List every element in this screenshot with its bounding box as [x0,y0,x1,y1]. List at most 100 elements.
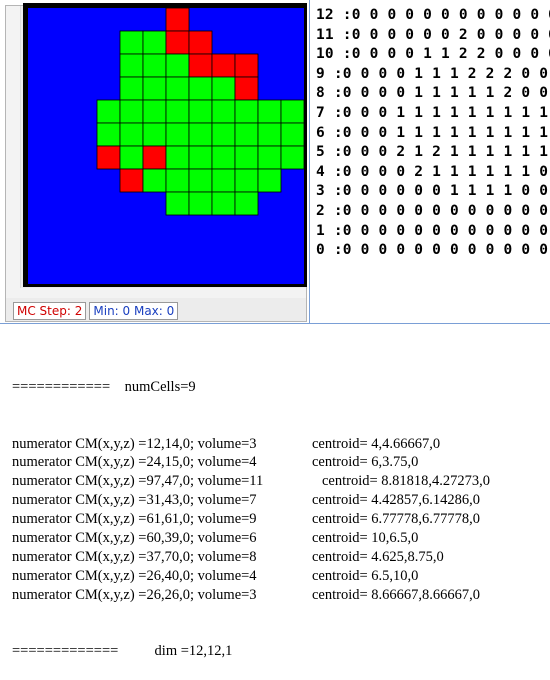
green-cell-pixel [211,168,236,193]
console-line: numerator CM(x,y,z) =60,39,0; volume=6 ce… [12,529,418,548]
min-max-label: Min: 0 Max: 0 [89,302,179,320]
green-cell-pixel [280,145,304,170]
green-cell-pixel [165,168,190,193]
red-cell-pixel [119,168,144,193]
grid-row: 0 :0 0 0 0 0 0 0 0 0 0 0 0 0 [316,242,550,259]
console-line: numerator CM(x,y,z) =12,14,0; volume=3 ce… [12,435,440,454]
red-cell-pixel [234,76,259,101]
centroid-text: centroid= 6.5,10,0 [312,567,419,584]
green-cell-pixel [119,30,144,55]
green-cell-pixel [257,168,282,193]
grid-row: 6 :0 0 0 1 1 1 1 1 1 1 1 1 0 [316,124,550,141]
panel-divider-horizontal [0,323,550,324]
green-cell-pixel [188,145,213,170]
cell-id-grid: 12 :0 0 0 0 0 0 0 0 0 0 0 0 0 11 :0 0 0 0… [316,6,550,261]
grid-row: 2 :0 0 0 0 0 0 0 0 0 0 0 0 0 [316,202,550,219]
centroid-text: centroid= 4,4.66667,0 [312,435,441,452]
green-cell-pixel [165,145,190,170]
numerator-text: numerator CM(x,y,z) =26,40,0; volume=4 [12,567,257,584]
green-cell-pixel [234,168,259,193]
numerator-text: numerator CM(x,y,z) =26,26,0; volume=3 [12,586,257,603]
console-output: ============ numCells=9 numerator CM(x,y… [12,340,490,680]
grid-row: 5 :0 0 0 2 1 2 1 1 1 1 1 1 0 [316,144,550,161]
console-line: numerator CM(x,y,z) =24,15,0; volume=4 ce… [12,453,418,472]
red-cell-pixel [188,53,213,78]
green-cell-pixel [188,99,213,124]
console-line: numerator CM(x,y,z) =61,61,0; volume=9 ce… [12,510,480,529]
green-cell-pixel [119,145,144,170]
console-lines: numerator CM(x,y,z) =12,14,0; volume=3 ce… [12,435,490,605]
green-cell-pixel [211,76,236,101]
lattice-canvas [28,8,304,284]
grid-row: 10 :0 0 0 0 1 1 2 2 0 0 0 0 0 [316,46,550,63]
horizontal-scrollbar[interactable] [6,288,306,298]
centroid-text: centroid= 4.42857,6.14286,0 [312,492,481,509]
green-cell-pixel [119,76,144,101]
green-cell-pixel [188,76,213,101]
status-bar: MC Step: 2 Min: 0 Max: 0 [13,302,179,320]
green-cell-pixel [142,122,167,147]
green-cell-pixel [257,145,282,170]
numerator-text: numerator CM(x,y,z) =60,39,0; volume=6 [12,529,257,546]
green-cell-pixel [280,122,304,147]
green-cell-pixel [142,168,167,193]
console-line: numerator CM(x,y,z) =97,47,0; volume=11 c… [12,472,490,491]
green-cell-pixel [119,53,144,78]
centroid-text: centroid= 6,3.75,0 [312,454,419,471]
green-cell-pixel [165,76,190,101]
green-cell-pixel [119,99,144,124]
console-header: ============ numCells=9 [12,378,196,395]
green-cell-pixel [142,76,167,101]
console-line: numerator CM(x,y,z) =26,26,0; volume=3 ce… [12,586,480,605]
red-cell-pixel [165,8,190,32]
green-cell-pixel [280,99,304,124]
green-cell-pixel [165,99,190,124]
console-line: numerator CM(x,y,z) =31,43,0; volume=7 ce… [12,491,480,510]
green-cell-pixel [119,122,144,147]
green-cell-pixel [211,99,236,124]
green-cell-pixel [142,30,167,55]
console-footer: ============= dim =12,12,1 [12,643,233,660]
console-line: numerator CM(x,y,z) =26,40,0; volume=4 ce… [12,567,418,586]
vertical-scrollbar[interactable] [6,6,21,294]
green-cell-pixel [257,122,282,147]
mc-step-label: MC Step: 2 [13,302,87,320]
grid-row: 9 :0 0 0 0 1 1 1 2 2 2 0 0 0 [316,65,550,82]
green-cell-pixel [234,191,259,216]
numerator-text: numerator CM(x,y,z) =24,15,0; volume=4 [12,454,257,471]
green-cell-pixel [142,99,167,124]
grid-row: 11 :0 0 0 0 0 0 2 0 0 0 0 0 0 [316,26,550,43]
numerator-text: numerator CM(x,y,z) =61,61,0; volume=9 [12,511,257,528]
grid-row: 7 :0 0 0 1 1 1 1 1 1 1 1 1 0 [316,104,550,121]
centroid-text: centroid= 8.66667,8.66667,0 [312,586,481,603]
green-cell-pixel [165,191,190,216]
green-cell-pixel [188,168,213,193]
red-cell-pixel [188,30,213,55]
grid-row: 4 :0 0 0 0 2 1 1 1 1 1 1 0 0 [316,163,550,180]
grid-row: 3 :0 0 0 0 0 0 1 1 1 1 0 0 0 [316,183,550,200]
green-cell-pixel [234,145,259,170]
red-cell-pixel [142,145,167,170]
green-cell-pixel [234,99,259,124]
numerator-text: numerator CM(x,y,z) =12,14,0; volume=3 [12,435,257,452]
centroid-text: centroid= 6.77778,6.77778,0 [312,511,481,528]
green-cell-pixel [257,99,282,124]
green-cell-pixel [211,191,236,216]
numerator-text: numerator CM(x,y,z) =31,43,0; volume=7 [12,492,257,509]
green-cell-pixel [188,191,213,216]
simulation-panel: MC Step: 2 Min: 0 Max: 0 12 :0 0 0 0 0 0… [0,0,550,324]
red-cell-pixel [165,30,190,55]
green-cell-pixel [211,122,236,147]
red-cell-pixel [211,53,236,78]
green-cell-pixel [96,99,121,124]
red-cell-pixel [234,53,259,78]
panel-divider-vertical [309,0,310,324]
green-cell-pixel [211,145,236,170]
centroid-text: centroid= 10,6.5,0 [312,529,419,546]
green-cell-pixel [96,122,121,147]
green-cell-pixel [165,122,190,147]
centroid-text: centroid= 8.81818,4.27273,0 [322,473,491,490]
numerator-text: numerator CM(x,y,z) =97,47,0; volume=11 [12,473,264,490]
grid-row: 8 :0 0 0 0 1 1 1 1 1 2 0 0 0 [316,85,550,102]
green-cell-pixel [165,53,190,78]
